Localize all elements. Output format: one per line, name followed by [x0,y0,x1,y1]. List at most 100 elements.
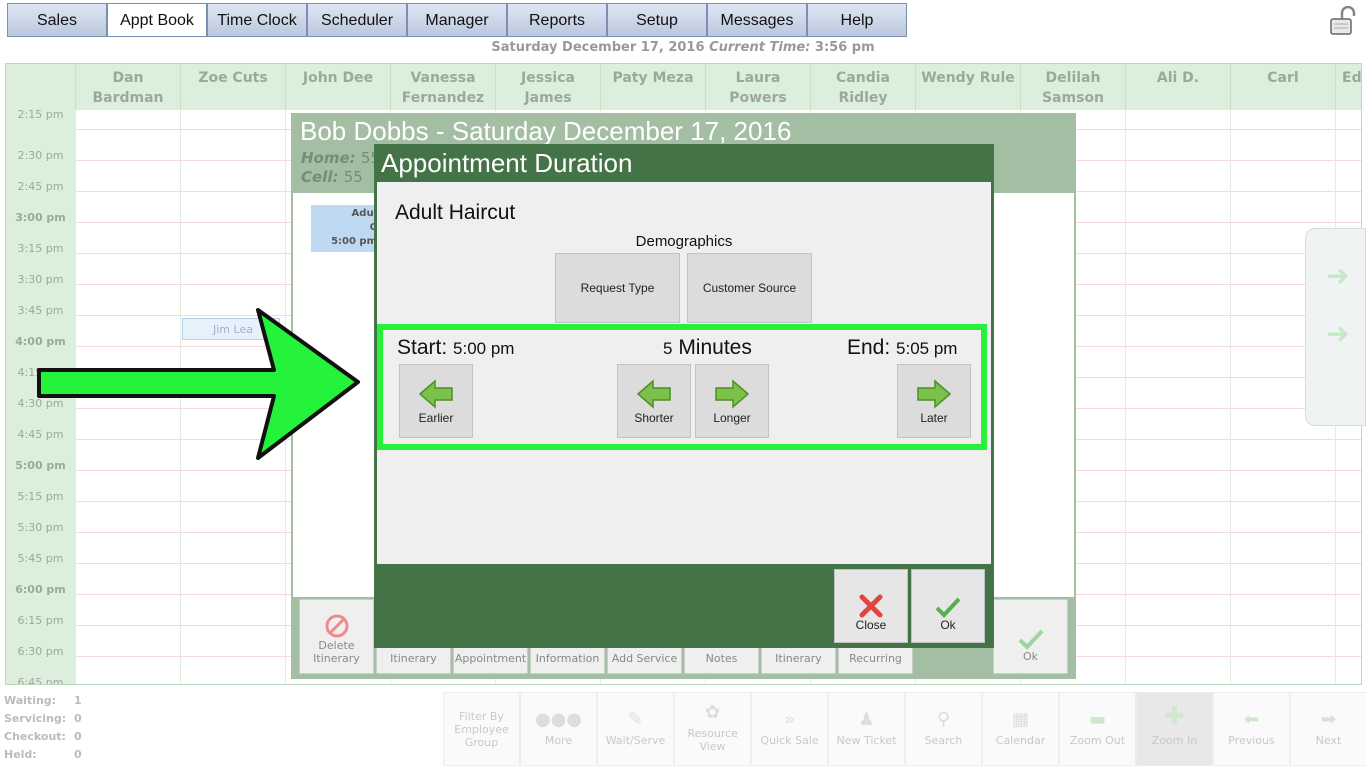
column-divider [1230,110,1231,684]
time-slot-label: 5:15 pm [17,490,64,503]
check-icon [1018,629,1043,650]
time-slot-label: 3:30 pm [17,273,64,286]
previous-icon: ⬅ [1243,709,1260,730]
earlier-button[interactable]: Earlier [399,364,473,438]
previous-button[interactable]: ⬅ Previous [1213,692,1290,766]
close-icon [859,594,883,618]
quick-sale-icon: » [783,709,795,730]
resource-icon: ✿ [704,702,721,723]
calendar-icon: ▦ [1011,709,1029,730]
tab-messages[interactable]: Messages [707,3,807,37]
resource-view-button[interactable]: ✿ Resource View [674,692,751,766]
zoom-out-button[interactable]: ▬ Zoom Out [1059,692,1136,766]
employee-header[interactable]: Delilah Samson [1020,64,1125,110]
tab-underline [7,36,907,37]
date-time-header: Saturday December 17, 2016 Current Time:… [0,40,1366,55]
arrow-right-icon: ➜ [1326,317,1350,350]
side-scroll-panel[interactable]: ➜ ➜ [1305,228,1366,426]
tab-sales[interactable]: Sales [7,3,107,37]
current-time-label: Current Time: [709,40,811,55]
arrow-left-icon [418,379,453,409]
search-icon: ⚲ [936,709,951,730]
employee-header[interactable]: Jessica James [495,64,600,110]
time-slot-label: 5:30 pm [17,521,64,534]
quick-sale-button[interactable]: » Quick Sale [751,692,828,766]
tab-appt-book[interactable]: Appt Book [107,3,207,37]
customer-window-title: Bob Dobbs - Saturday December 17, 2016 [300,116,792,146]
request-type-button[interactable]: Request Type [555,253,680,323]
search-button[interactable]: ⚲ Search [905,692,982,766]
demographics-label: Demographics [635,233,733,250]
customer-ok-button[interactable]: Ok [993,599,1068,674]
arrow-right-icon [715,379,750,409]
service-name: Adult Haircut [395,201,516,224]
later-button[interactable]: Later [897,364,971,438]
zoom-in-icon: ✚ [1164,702,1185,730]
duration-minutes: 5 Minutes [663,336,752,359]
employee-header[interactable]: Zoe Cuts [180,64,285,110]
employee-header[interactable]: Laura Powers [705,64,810,110]
customer-source-button[interactable]: Customer Source [687,253,812,323]
wait-serve-icon: ✎ [627,709,644,730]
wait-serve-button[interactable]: ✎ Wait/Serve [597,692,674,766]
employee-header[interactable]: Ali D. [1125,64,1230,110]
dialog-title: Appointment Duration [381,148,633,178]
close-button[interactable]: Close [834,569,908,643]
more-icon: ●●● [534,709,583,730]
status-counts: Waiting: 1 Servicing: 0 Checkout: 0 Held: 0 [4,694,82,761]
employee-header[interactable]: Candia Ridley [810,64,915,110]
bottom-toolbar: Filter By Employee Group ●●● More ✎ Wait/S… [443,692,1366,766]
customer-phone-info: Home: 55 Cell: 55 [301,149,380,186]
tab-setup[interactable]: Setup [607,3,707,37]
zoom-out-icon: ▬ [1088,709,1106,730]
arrow-left-icon [636,379,671,409]
duration-controls: Start: 5:00 pm 5 Minutes End: 5:05 pm Ea… [377,324,987,450]
current-date: Saturday December 17, 2016 [491,40,705,55]
time-slot-label: 6:15 pm [17,614,64,627]
next-icon: ➡ [1320,709,1337,730]
annotation-arrow-icon [37,308,360,460]
time-slot-label: 3:00 pm [15,211,66,224]
delete-icon [325,614,348,638]
time-slot-label: 2:30 pm [17,149,64,162]
end-time: End: 5:05 pm [847,336,958,359]
longer-button[interactable]: Longer [695,364,769,438]
unlock-icon[interactable] [1328,6,1358,36]
tab-time-clock[interactable]: Time Clock [207,3,307,37]
time-slot-label: 3:15 pm [17,242,64,255]
column-divider [1125,110,1126,684]
next-button[interactable]: ➡ Next [1290,692,1366,766]
shorter-button[interactable]: Shorter [617,364,691,438]
time-slot-label: 6:45 pm [17,676,64,685]
calendar-button[interactable]: ▦ Calendar [982,692,1059,766]
tab-manager[interactable]: Manager [407,3,507,37]
current-time: 3:56 pm [814,40,875,55]
time-slot-label: 6:30 pm [17,645,64,658]
employee-header[interactable]: Carl [1230,64,1335,110]
zoom-in-button[interactable]: ✚ Zoom In [1136,692,1213,766]
filter-employee-group-button[interactable]: Filter By Employee Group [443,692,520,766]
ok-button[interactable]: Ok [911,569,985,643]
itinerary-appointment[interactable]: Adul C 5:00 pm [311,205,381,252]
tab-help[interactable]: Help [807,3,907,37]
employee-header[interactable]: Wendy Rule [915,64,1020,110]
time-slot-label: 5:45 pm [17,552,64,565]
appointment-duration-dialog: Appointment Duration Adult Haircut Demog… [374,144,994,648]
arrow-right-icon [917,379,952,409]
employee-header[interactable]: Dan Bardman [75,64,180,110]
main-tab-bar: Sales Appt Book Time Clock Scheduler Man… [7,3,907,37]
more-button[interactable]: ●●● More [520,692,597,766]
tab-reports[interactable]: Reports [507,3,607,37]
tab-scheduler[interactable]: Scheduler [307,3,407,37]
time-slot-label: 6:00 pm [15,583,66,596]
employee-header[interactable]: Ed [1335,64,1361,110]
time-slot-label: 2:45 pm [17,180,64,193]
dialog-body: Adult Haircut Demographics Request Type … [377,182,991,564]
employee-header[interactable]: Vanessa Fernandez [390,64,495,110]
new-ticket-button[interactable]: ♟ New Ticket [828,692,905,766]
employee-header[interactable]: John Dee [285,64,390,110]
delete-itinerary-button[interactable]: Delete Itinerary [299,599,374,674]
employee-header[interactable]: Paty Meza [600,64,705,110]
time-slot-label: 2:15 pm [17,108,64,121]
new-ticket-icon: ♟ [858,709,875,730]
